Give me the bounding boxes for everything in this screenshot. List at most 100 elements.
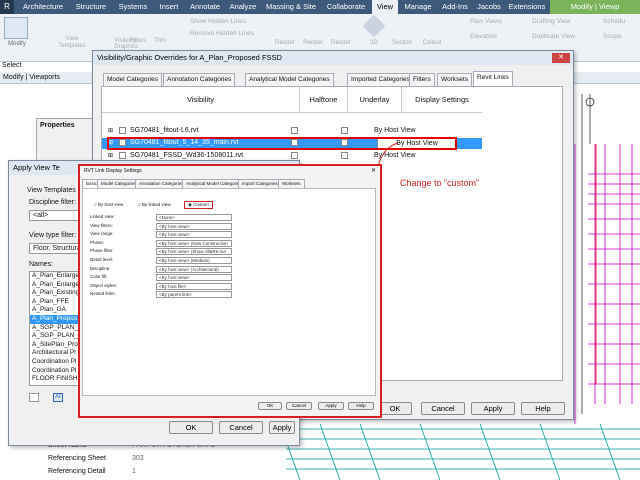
view-templates-button[interactable]: View Templates	[56, 36, 88, 50]
halftone-checkbox[interactable]	[291, 127, 298, 134]
ai-tool-icon[interactable]: AI	[53, 393, 63, 402]
select-dropdown[interactable]: Select	[2, 62, 21, 69]
rlds-tab-analytical-model-categories[interactable]: Analytical Model Categories	[182, 179, 246, 188]
display-settings-value[interactable]: By Host View	[374, 127, 416, 134]
thin-lines-button[interactable]: Thin	[150, 38, 170, 44]
tab-analytical-model-categories[interactable]: Analytical Model Categories	[245, 73, 334, 86]
rlds-cancel-button[interactable]: Cancel	[286, 402, 312, 410]
underlay-checkbox[interactable]	[341, 127, 348, 134]
rlds-field-select[interactable]: <By host file>	[156, 282, 232, 290]
plan-views-button[interactable]: Plan Views	[470, 18, 502, 25]
custom-radio[interactable]: ◉ Custom	[184, 201, 213, 209]
callout-button[interactable]: Callout	[418, 40, 446, 46]
cancel-button[interactable]: Cancel	[421, 402, 465, 415]
section-button[interactable]: Section	[388, 40, 416, 46]
elevation-button[interactable]: Elevation	[470, 33, 497, 40]
avt-ok-button[interactable]: OK	[169, 421, 213, 434]
visibility-checkbox[interactable]	[119, 127, 126, 134]
rlds-field-select[interactable]: <By host view> (New Construction	[156, 239, 232, 247]
referencing-sheet-value[interactable]: 303	[132, 455, 144, 462]
template-list-item[interactable]: Coordination Pl	[30, 367, 80, 376]
modify-button[interactable]: Modify	[0, 41, 34, 47]
help-button[interactable]: Help	[521, 402, 565, 415]
template-list-item[interactable]: FLOOR FINISHI	[30, 375, 80, 384]
apply-button[interactable]: Apply	[471, 402, 515, 415]
rlds-ok-button[interactable]: OK	[258, 402, 282, 410]
show-hidden-lines-button[interactable]: Show Hidden Lines	[190, 18, 246, 25]
rlds-field-select[interactable]: <By host view> (Show All&Re-sut	[156, 248, 232, 256]
visibility-checkbox[interactable]	[119, 152, 126, 159]
app-menu-button[interactable]: R	[0, 0, 14, 14]
duplicate-view-button[interactable]: Duplicate View	[532, 33, 575, 40]
tab-collaborate[interactable]: Collaborate	[322, 0, 370, 14]
template-list-item[interactable]: A_Plan_Propos	[30, 314, 80, 324]
template-list-item[interactable]: A_Plan_GA	[30, 306, 80, 315]
drafting-view-button[interactable]: Drafting View	[532, 18, 571, 25]
template-list-item[interactable]: Coordination Pl	[30, 358, 80, 367]
modify-tool-icon[interactable]	[4, 17, 28, 39]
discipline-filter-select[interactable]: <all>	[29, 210, 81, 221]
template-names-list[interactable]: A_Plan_Enlarge A_Plan_Enlarge A_Plan_Exist…	[29, 271, 81, 386]
rlds-apply-button[interactable]: Apply	[318, 402, 344, 410]
tab-revit-links[interactable]: Revit Links	[473, 71, 513, 86]
template-list-item[interactable]: A_Plan_FFE	[30, 298, 80, 307]
tab-imported-categories[interactable]: Imported Categories	[347, 73, 414, 86]
scope-button[interactable]: Scope	[603, 33, 621, 40]
render-button-3[interactable]: Render	[328, 40, 354, 46]
template-list-item[interactable]: Architectural Pl	[30, 349, 80, 358]
template-list-item[interactable]: A_Plan_Existing	[30, 289, 80, 298]
tab-model-categories[interactable]: Model Categories	[103, 73, 162, 86]
rlds-field-select[interactable]: <By host view>	[156, 274, 232, 282]
template-list-item[interactable]: A_SGP_PLAN_L	[30, 332, 80, 341]
rlds-field-select[interactable]: <By host view>	[156, 222, 232, 230]
tab-annotate[interactable]: Annotate	[186, 0, 224, 14]
rlds-tab-import-categories[interactable]: Import Categories	[238, 179, 282, 188]
rlds-help-button[interactable]: Help	[348, 402, 374, 410]
template-list-item[interactable]: A_Plan_Enlarge	[30, 281, 80, 290]
avt-cancel-button[interactable]: Cancel	[219, 421, 263, 434]
tab-annotation-categories[interactable]: Annotation Categories	[163, 73, 236, 86]
template-list-item[interactable]: A_SitePlan_Pro	[30, 341, 80, 350]
expand-icon[interactable]: ⊞	[108, 127, 113, 134]
referencing-detail-value[interactable]: 1	[132, 468, 136, 475]
tab-view[interactable]: View	[372, 0, 398, 14]
tab-systems[interactable]: Systems	[114, 0, 152, 14]
list-tool-icon[interactable]	[29, 393, 39, 402]
rlds-field-select[interactable]: <By parent link>	[156, 291, 232, 299]
rlds-tab-model-categories[interactable]: Model Categories	[97, 179, 141, 188]
by-host-view-radio[interactable]: ○ By host view	[94, 202, 123, 207]
tab-filters[interactable]: Filters	[409, 73, 435, 86]
expand-icon[interactable]: ⊞	[108, 152, 113, 159]
3d-view-button[interactable]: 3D	[362, 40, 386, 46]
by-linked-view-radio[interactable]: ○ By linked view	[138, 202, 170, 207]
tab-architecture[interactable]: Architecture	[18, 0, 68, 14]
rlds-tab-worksets[interactable]: Worksets	[278, 179, 305, 188]
avt-apply-button[interactable]: Apply	[269, 421, 295, 434]
tab-jacobs[interactable]: Jacobs	[474, 0, 504, 14]
tab-manage[interactable]: Manage	[400, 0, 436, 14]
tab-massing[interactable]: Massing & Site	[262, 0, 320, 14]
tab-structure[interactable]: Structure	[70, 0, 112, 14]
remove-hidden-lines-button[interactable]: Remove Hidden Lines	[190, 30, 254, 37]
tab-insert[interactable]: Insert	[154, 0, 184, 14]
rlds-field-select[interactable]: <By host view> (Medium)	[156, 257, 232, 264]
tab-modify-viewports[interactable]: Modify | Viewp	[550, 0, 640, 14]
view-type-filter-select[interactable]: Floor, Structura	[29, 243, 81, 254]
rlds-tab-annotation-categories[interactable]: Annotation Categories	[135, 179, 188, 188]
schedules-button[interactable]: Schedu	[603, 18, 625, 25]
table-row[interactable]: ⊞ SG70481_fitout-L6.rvt By Host View	[102, 126, 482, 136]
tab-extensions[interactable]: Extensions	[506, 0, 548, 14]
vg-dialog-close-icon[interactable]: ✕	[552, 53, 570, 63]
underlay-checkbox[interactable]	[341, 152, 348, 159]
tab-add-ins[interactable]: Add-Ins	[438, 0, 472, 14]
template-list-item[interactable]: A_Plan_Enlarge	[30, 272, 80, 281]
halftone-checkbox[interactable]	[291, 152, 298, 159]
filters-button[interactable]: Filters	[128, 38, 148, 44]
rlds-field-select[interactable]: <By host view>	[156, 231, 232, 239]
rlds-close-icon[interactable]: ✕	[371, 167, 376, 174]
render-button-1[interactable]: Render	[272, 40, 298, 46]
template-list-item[interactable]: A_SGP_PLAN_E	[30, 324, 80, 333]
tab-analyze[interactable]: Analyze	[226, 0, 260, 14]
rlds-field-select[interactable]: <By host view> (Architectural)	[156, 265, 232, 273]
ok-button[interactable]: OK	[378, 402, 412, 415]
